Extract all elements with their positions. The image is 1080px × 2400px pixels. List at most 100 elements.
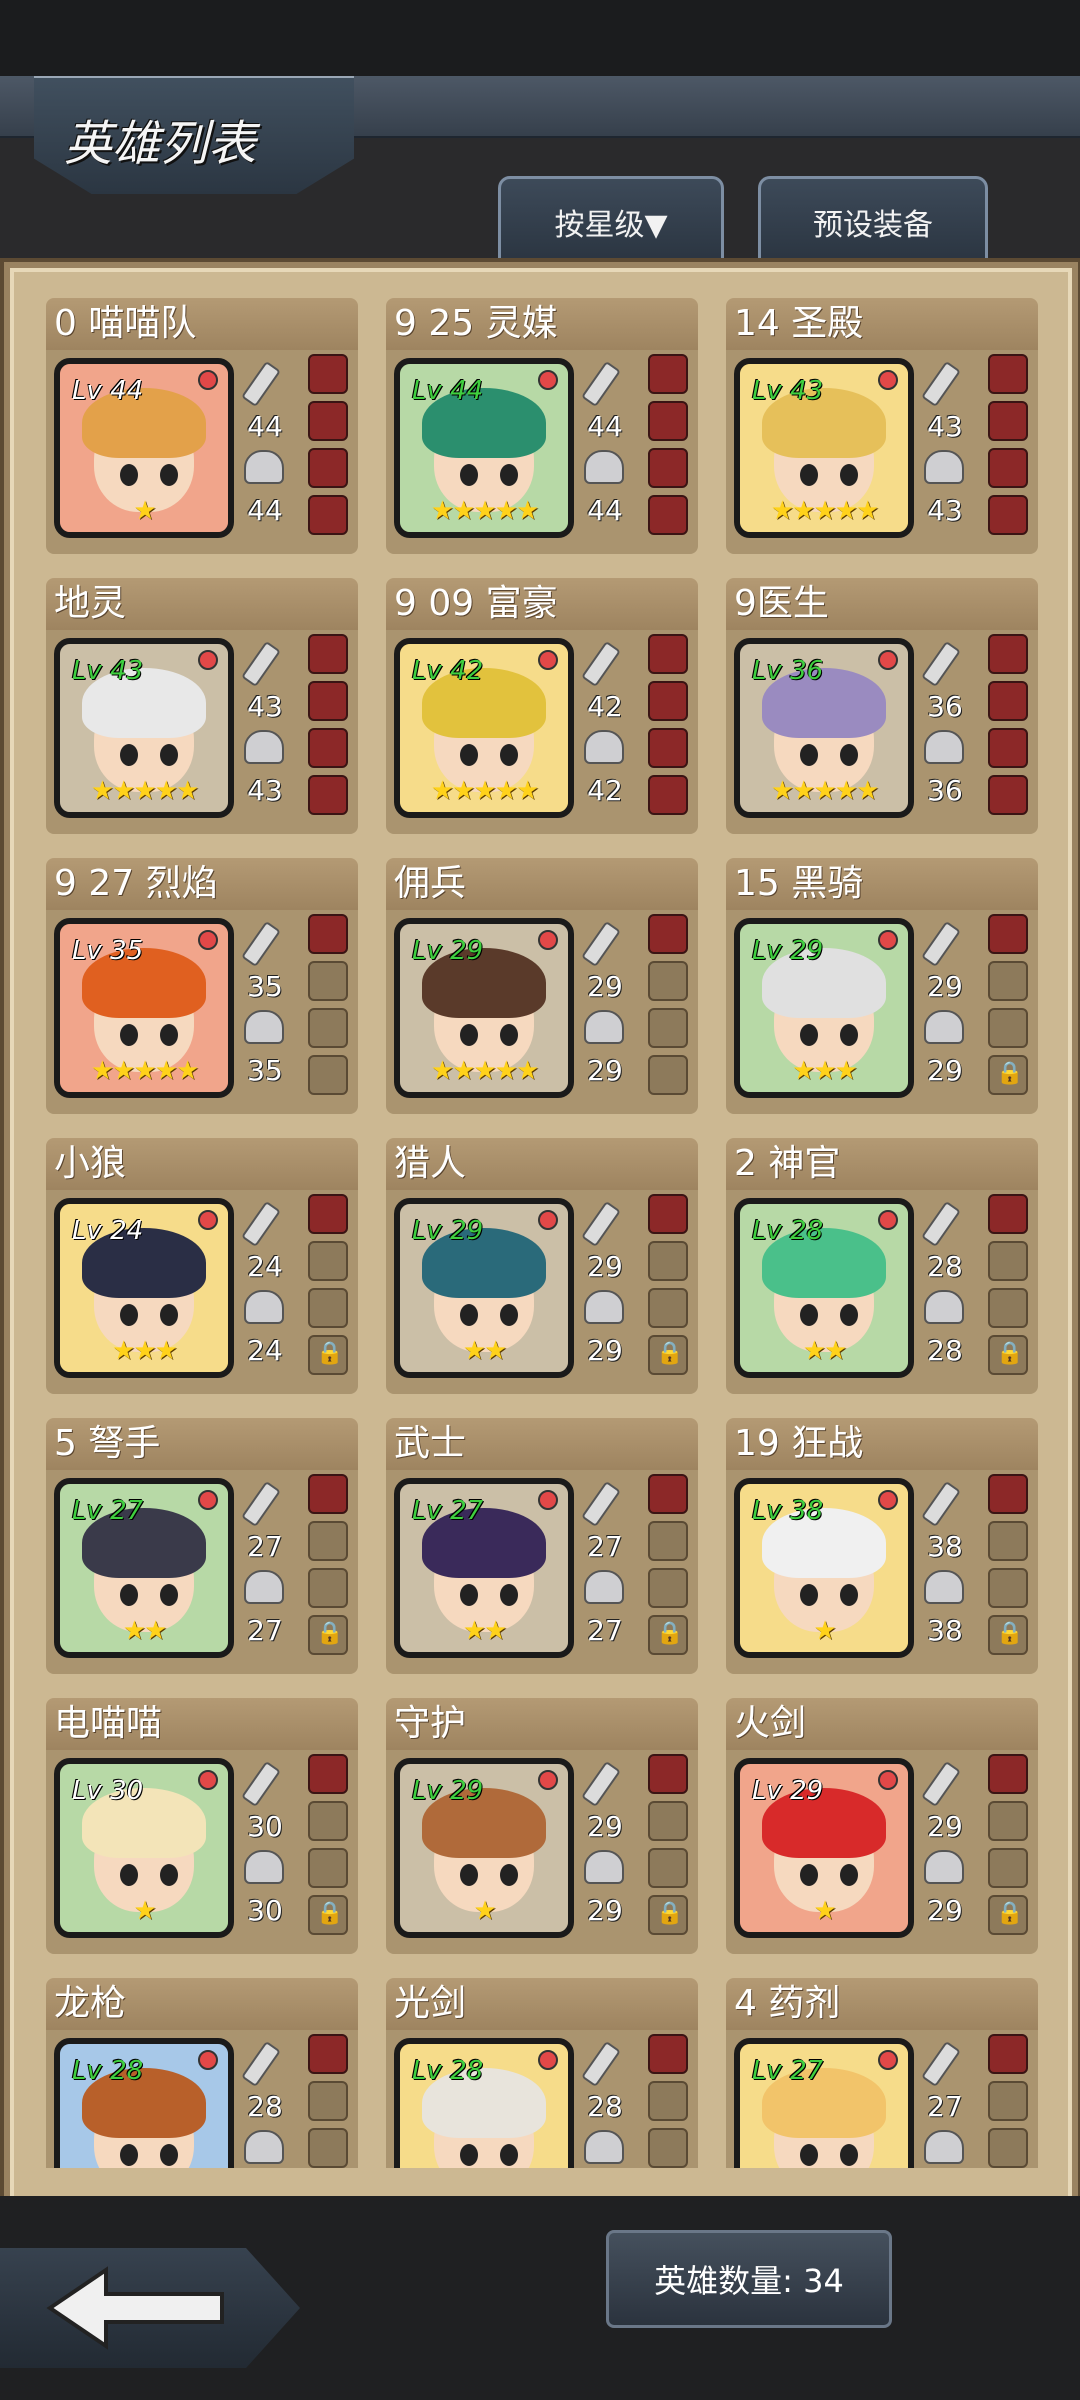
hero-card[interactable]: 地灵 Lv 43 ★★★★★ 43 43	[46, 578, 358, 834]
empty-equipment-slot[interactable]	[988, 1008, 1028, 1048]
equipment-slot[interactable]	[648, 1194, 688, 1234]
equipment-slot[interactable]	[648, 634, 688, 674]
equipment-slot[interactable]	[648, 1474, 688, 1514]
empty-equipment-slot[interactable]	[308, 1848, 348, 1888]
empty-equipment-slot[interactable]	[308, 1008, 348, 1048]
equipment-slot[interactable]	[308, 775, 348, 815]
equipment-slot[interactable]	[308, 681, 348, 721]
empty-equipment-slot[interactable]	[648, 1055, 688, 1095]
hero-portrait[interactable]: Lv 35 ★★★★★	[54, 918, 234, 1098]
hero-portrait[interactable]: Lv 28	[394, 2038, 574, 2168]
empty-equipment-slot[interactable]	[308, 2128, 348, 2168]
hero-card[interactable]: 19 狂战 Lv 38 ★ 38 38	[726, 1418, 1038, 1674]
empty-equipment-slot[interactable]	[988, 1801, 1028, 1841]
empty-equipment-slot[interactable]	[988, 1848, 1028, 1888]
equipment-slot[interactable]	[988, 448, 1028, 488]
equipment-slot[interactable]	[308, 401, 348, 441]
empty-equipment-slot[interactable]	[648, 1848, 688, 1888]
hero-card[interactable]: 猎人 Lv 29 ★★ 29 29	[386, 1138, 698, 1394]
equipment-slot[interactable]	[988, 1194, 1028, 1234]
hero-card[interactable]: 9 09 富豪 Lv 42 ★★★★★ 42 42	[386, 578, 698, 834]
hero-card[interactable]: 龙枪 Lv 28 28	[46, 1978, 358, 2168]
hero-card[interactable]: 2 神官 Lv 28 ★★ 28 28	[726, 1138, 1038, 1394]
hero-card[interactable]: 9 27 烈焰 Lv 35 ★★★★★ 35 35	[46, 858, 358, 1114]
hero-portrait[interactable]: Lv 44 ★★★★★	[394, 358, 574, 538]
hero-card[interactable]: 15 黑骑 Lv 29 ★★★ 29 29	[726, 858, 1038, 1114]
hero-card[interactable]: 电喵喵 Lv 30 ★ 30 30	[46, 1698, 358, 1954]
equipment-slot[interactable]	[648, 401, 688, 441]
hero-card[interactable]: 0 喵喵队 Lv 44 ★ 44 44	[46, 298, 358, 554]
empty-equipment-slot[interactable]	[988, 2128, 1028, 2168]
equipment-slot[interactable]	[308, 634, 348, 674]
empty-equipment-slot[interactable]	[648, 2128, 688, 2168]
empty-equipment-slot[interactable]	[308, 2081, 348, 2121]
empty-equipment-slot[interactable]	[648, 1241, 688, 1281]
empty-equipment-slot[interactable]	[308, 1288, 348, 1328]
equipment-slot[interactable]	[988, 634, 1028, 674]
equipment-slot[interactable]	[308, 1194, 348, 1234]
equipment-slot[interactable]	[988, 775, 1028, 815]
hero-portrait[interactable]: Lv 38 ★	[734, 1478, 914, 1658]
hero-card[interactable]: 武士 Lv 27 ★★ 27 27	[386, 1418, 698, 1674]
equipment-slot[interactable]	[988, 914, 1028, 954]
back-button[interactable]	[0, 2248, 300, 2368]
empty-equipment-slot[interactable]	[648, 2081, 688, 2121]
hero-portrait[interactable]: Lv 28 ★★	[734, 1198, 914, 1378]
empty-equipment-slot[interactable]	[988, 961, 1028, 1001]
equipment-slot[interactable]	[308, 1474, 348, 1514]
hero-portrait[interactable]: Lv 29 ★★	[394, 1198, 574, 1378]
equipment-slot[interactable]	[648, 495, 688, 535]
equipment-slot[interactable]	[988, 1754, 1028, 1794]
equipment-slot[interactable]	[308, 1754, 348, 1794]
hero-portrait[interactable]: Lv 43 ★★★★★	[734, 358, 914, 538]
hero-portrait[interactable]: Lv 44 ★	[54, 358, 234, 538]
empty-equipment-slot[interactable]	[308, 961, 348, 1001]
empty-equipment-slot[interactable]	[308, 1241, 348, 1281]
empty-equipment-slot[interactable]	[988, 1568, 1028, 1608]
hero-card[interactable]: 14 圣殿 Lv 43 ★★★★★ 43 43	[726, 298, 1038, 554]
empty-equipment-slot[interactable]	[648, 1801, 688, 1841]
equipment-slot[interactable]	[648, 1754, 688, 1794]
equipment-slot[interactable]	[308, 448, 348, 488]
hero-portrait[interactable]: Lv 43 ★★★★★	[54, 638, 234, 818]
equipment-slot[interactable]	[648, 914, 688, 954]
empty-equipment-slot[interactable]	[308, 1521, 348, 1561]
hero-card[interactable]: 佣兵 Lv 29 ★★★★★ 29 29	[386, 858, 698, 1114]
hero-portrait[interactable]: Lv 27	[734, 2038, 914, 2168]
hero-portrait[interactable]: Lv 29 ★★★★★	[394, 918, 574, 1098]
hero-portrait[interactable]: Lv 29 ★	[394, 1758, 574, 1938]
empty-equipment-slot[interactable]	[988, 1521, 1028, 1561]
empty-equipment-slot[interactable]	[988, 1288, 1028, 1328]
equipment-slot[interactable]	[648, 775, 688, 815]
equipment-slot[interactable]	[648, 448, 688, 488]
hero-portrait[interactable]: Lv 42 ★★★★★	[394, 638, 574, 818]
hero-card[interactable]: 守护 Lv 29 ★ 29 29	[386, 1698, 698, 1954]
empty-equipment-slot[interactable]	[308, 1568, 348, 1608]
empty-equipment-slot[interactable]	[988, 1241, 1028, 1281]
hero-card[interactable]: 小狼 Lv 24 ★★★ 24 24	[46, 1138, 358, 1394]
hero-card[interactable]: 5 弩手 Lv 27 ★★ 27 27	[46, 1418, 358, 1674]
equipment-slot[interactable]	[988, 495, 1028, 535]
equipment-slot[interactable]	[988, 1474, 1028, 1514]
empty-equipment-slot[interactable]	[308, 1801, 348, 1841]
hero-card[interactable]: 火剑 Lv 29 ★ 29 29	[726, 1698, 1038, 1954]
equipment-slot[interactable]	[648, 728, 688, 768]
equipment-slot[interactable]	[988, 2034, 1028, 2074]
equipment-slot[interactable]	[988, 401, 1028, 441]
equipment-slot[interactable]	[308, 354, 348, 394]
hero-card[interactable]: 9 25 灵媒 Lv 44 ★★★★★ 44 44	[386, 298, 698, 554]
hero-portrait[interactable]: Lv 27 ★★	[54, 1478, 234, 1658]
empty-equipment-slot[interactable]	[648, 961, 688, 1001]
empty-equipment-slot[interactable]	[648, 1568, 688, 1608]
hero-portrait[interactable]: Lv 28	[54, 2038, 234, 2168]
empty-equipment-slot[interactable]	[988, 2081, 1028, 2121]
equipment-slot[interactable]	[648, 354, 688, 394]
empty-equipment-slot[interactable]	[308, 1055, 348, 1095]
hero-portrait[interactable]: Lv 30 ★	[54, 1758, 234, 1938]
equipment-slot[interactable]	[648, 2034, 688, 2074]
empty-equipment-slot[interactable]	[648, 1288, 688, 1328]
preset-equipment-button[interactable]: 预设装备	[758, 176, 988, 265]
equipment-slot[interactable]	[988, 728, 1028, 768]
empty-equipment-slot[interactable]	[648, 1008, 688, 1048]
hero-portrait[interactable]: Lv 24 ★★★	[54, 1198, 234, 1378]
